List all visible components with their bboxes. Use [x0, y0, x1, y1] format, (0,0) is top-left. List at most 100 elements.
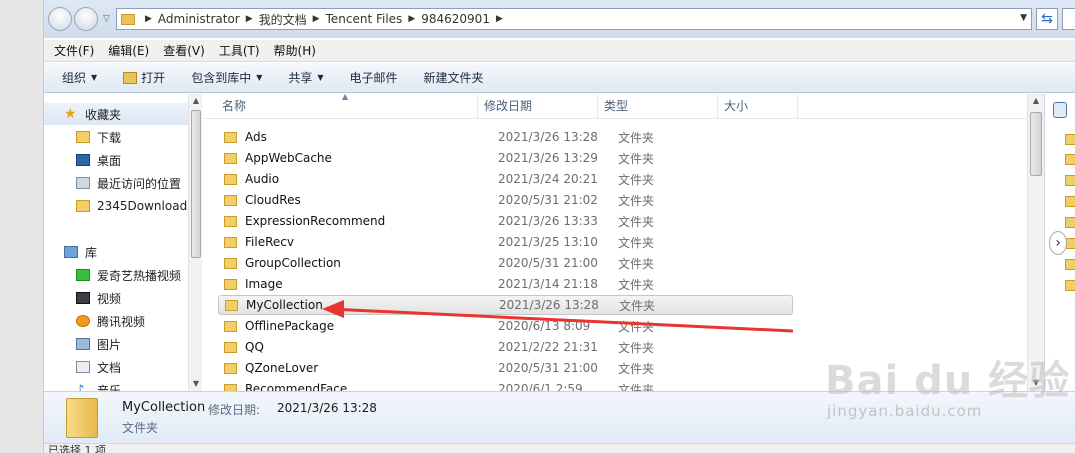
nav-item-label: 下载	[97, 130, 122, 145]
nav-item-desktop[interactable]: 桌面	[44, 149, 188, 171]
file-row[interactable]: RecommendFace 2020/6/1 2:59 文件夹	[218, 379, 793, 391]
chevron-right-icon[interactable]: ▶	[408, 14, 415, 24]
nav-libraries[interactable]: 库	[44, 241, 188, 263]
file-row[interactable]: ExpressionRecommend 2021/3/26 13:33 文件夹	[218, 211, 793, 231]
nav-item-music[interactable]: ♪ 音乐	[44, 379, 188, 392]
file-modified-date: 2020/5/31 21:00	[498, 361, 598, 375]
file-modified-date: 2021/3/25 13:10	[498, 235, 598, 249]
scroll-up-arrow-icon[interactable]: ▲	[189, 94, 203, 108]
folder-icon	[224, 194, 237, 206]
star-icon: ★	[64, 106, 77, 122]
details-modified-value: 2021/3/26 13:28	[277, 401, 377, 415]
nav-item-tencent-video[interactable]: 腾讯视频	[44, 310, 188, 332]
scrollbar-thumb[interactable]	[191, 110, 201, 258]
file-name: QQ	[245, 340, 264, 354]
folder-icon	[1065, 280, 1075, 291]
recent-pages-dropdown[interactable]: ▽	[103, 14, 110, 24]
file-row[interactable]: QQ 2021/2/22 21:31 文件夹	[218, 337, 793, 357]
file-row[interactable]: Audio 2021/3/24 20:21 文件夹	[218, 169, 793, 189]
sort-ascending-icon: ▲	[342, 94, 349, 101]
chevron-down-icon: ▼	[317, 73, 324, 82]
file-row[interactable]: FileRecv 2021/3/25 13:10 文件夹	[218, 232, 793, 252]
file-row[interactable]: MyCollection 2021/3/26 13:28 文件夹	[218, 295, 793, 315]
scroll-down-arrow-icon[interactable]: ▼	[189, 377, 203, 391]
back-button[interactable]	[48, 7, 72, 31]
breadcrumb-administrator[interactable]: Administrator	[158, 12, 240, 26]
nav-item-recent[interactable]: 最近访问的位置	[44, 172, 188, 194]
scroll-up-arrow-icon[interactable]: ▲	[1028, 94, 1044, 108]
folder-icon	[224, 362, 237, 374]
share-button[interactable]: 共享 ▼	[288, 69, 323, 86]
file-row[interactable]: AppWebCache 2021/3/26 13:29 文件夹	[218, 148, 793, 168]
menu-help[interactable]: 帮助(H)	[274, 42, 316, 59]
menu-tools[interactable]: 工具(T)	[219, 42, 260, 59]
file-type: 文件夹	[618, 151, 655, 166]
column-name-label: 名称	[222, 99, 247, 113]
file-row[interactable]: OfflinePackage 2020/6/13 8:09 文件夹	[218, 316, 793, 336]
desktop-background-left	[0, 0, 44, 453]
nav-item-pictures[interactable]: 图片	[44, 333, 188, 355]
new-folder-button[interactable]: 新建文件夹	[424, 69, 484, 86]
file-name: RecommendFace	[245, 382, 348, 391]
file-modified-date: 2021/3/26 13:28	[499, 298, 599, 312]
scrollbar-thumb[interactable]	[1030, 112, 1042, 176]
watermark-url: jingyan.baidu.com	[827, 402, 983, 420]
file-name: Ads	[245, 130, 267, 144]
folder-icon	[224, 131, 237, 143]
file-type: 文件夹	[618, 277, 655, 292]
nav-item-iqiyi[interactable]: 爱奇艺热播视频	[44, 264, 188, 286]
menu-edit[interactable]: 编辑(E)	[108, 42, 149, 59]
breadcrumb-my-documents[interactable]: 我的文档	[259, 11, 307, 28]
column-header-size[interactable]: 大小	[718, 94, 798, 119]
folder-icon	[224, 152, 237, 164]
file-row[interactable]: Image 2021/3/14 21:18 文件夹	[218, 274, 793, 294]
menu-view[interactable]: 查看(V)	[163, 42, 205, 59]
breadcrumb-account-folder[interactable]: 984620901	[421, 12, 490, 26]
open-button[interactable]: 打开	[123, 69, 165, 86]
file-modified-date: 2021/2/22 21:31	[498, 340, 598, 354]
nav-item-label: 桌面	[97, 153, 122, 168]
tencent-video-icon	[76, 315, 90, 327]
address-box[interactable]: ▶ Administrator ▶ 我的文档 ▶ Tencent Files ▶…	[116, 8, 1032, 30]
nav-item-label: 文档	[97, 360, 122, 375]
chevron-right-icon[interactable]: ▶	[496, 14, 503, 24]
refresh-button[interactable]: ⇆	[1036, 8, 1058, 30]
nav-item-label: 最近访问的位置	[97, 176, 182, 191]
file-row[interactable]: CloudRes 2020/5/31 21:02 文件夹	[218, 190, 793, 210]
chevron-right-icon[interactable]: ›	[1049, 231, 1067, 255]
file-modified-date: 2021/3/26 13:29	[498, 151, 598, 165]
iqiyi-icon	[76, 269, 90, 281]
status-bar: 已选择 1 项	[44, 443, 1075, 453]
nav-scrollbar[interactable]: ▲ ▼	[188, 94, 202, 391]
chevron-right-icon[interactable]: ▶	[145, 14, 152, 24]
address-bar-area: ▽ ▶ Administrator ▶ 我的文档 ▶ Tencent Files…	[44, 0, 1075, 38]
breadcrumb-tencent-files[interactable]: Tencent Files	[326, 12, 403, 26]
folder-icon	[224, 278, 237, 290]
nav-item-label: 腾讯视频	[97, 314, 146, 329]
email-button[interactable]: 电子邮件	[350, 69, 398, 86]
address-dropdown-icon[interactable]: ▼	[1020, 13, 1027, 23]
menu-file[interactable]: 文件(F)	[54, 42, 94, 59]
nav-item-2345downloads[interactable]: 2345Downloads	[44, 195, 193, 217]
chevron-right-icon[interactable]: ▶	[313, 14, 320, 24]
chevron-down-icon: ▼	[91, 73, 98, 82]
nav-item-documents[interactable]: 文档	[44, 356, 188, 378]
file-row[interactable]: Ads 2021/3/26 13:28 文件夹	[218, 127, 793, 147]
search-box[interactable]	[1062, 8, 1075, 30]
file-name: FileRecv	[245, 235, 294, 249]
file-row[interactable]: GroupCollection 2020/5/31 21:00 文件夹	[218, 253, 793, 273]
include-in-library-button[interactable]: 包含到库中 ▼	[191, 69, 262, 86]
column-header-type[interactable]: 类型	[598, 94, 718, 119]
folder-icon	[66, 398, 98, 438]
menu-bar: 文件(F) 编辑(E) 查看(V) 工具(T) 帮助(H)	[44, 40, 1075, 62]
file-row[interactable]: QZoneLover 2020/5/31 21:00 文件夹	[218, 358, 793, 378]
chevron-right-icon[interactable]: ▶	[246, 14, 253, 24]
column-header-modified[interactable]: 修改日期	[478, 94, 598, 119]
folder-icon	[224, 383, 237, 391]
forward-button[interactable]	[74, 7, 98, 31]
folder-icon	[1065, 196, 1075, 207]
nav-favorites[interactable]: ★ 收藏夹	[44, 103, 188, 125]
organize-button[interactable]: 组织 ▼	[62, 69, 97, 86]
nav-item-downloads[interactable]: 下载	[44, 126, 188, 148]
nav-item-videos[interactable]: 视频	[44, 287, 188, 309]
